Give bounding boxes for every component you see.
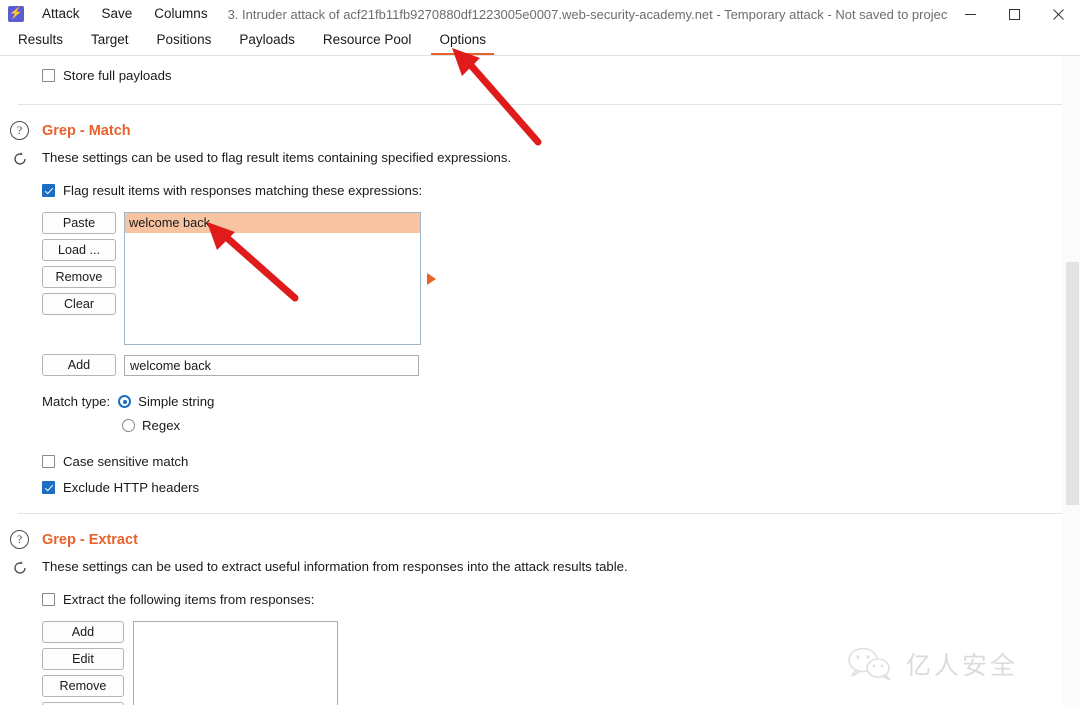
close-button[interactable] — [1036, 0, 1080, 28]
flag-result-items-checkbox[interactable]: Flag result items with responses matchin… — [42, 183, 1080, 198]
extract-items-checkbox[interactable]: Extract the following items from respons… — [42, 592, 1080, 607]
window-controls — [948, 0, 1080, 28]
grep-extract-listbox[interactable] — [133, 621, 338, 705]
list-item[interactable]: welcome back — [125, 213, 420, 233]
close-icon — [1052, 8, 1064, 20]
exclude-http-headers-checkbox[interactable]: Exclude HTTP headers — [42, 480, 1080, 495]
match-type-group: Match type: Simple string Regex — [42, 394, 1080, 433]
minimize-icon — [964, 13, 976, 15]
expand-triangle-icon[interactable] — [427, 272, 436, 285]
store-full-payloads-row: Store full payloads — [0, 56, 1080, 94]
match-type-label: Match type: — [42, 394, 111, 409]
tab-payloads[interactable]: Payloads — [225, 30, 309, 55]
paste-button[interactable]: Paste — [42, 212, 116, 234]
scrollbar-thumb[interactable] — [1066, 262, 1079, 505]
checkbox-box — [42, 593, 55, 606]
extract-add-button[interactable]: Add — [42, 621, 124, 643]
tab-results[interactable]: Results — [4, 30, 77, 55]
grep-match-description: These settings can be used to flag resul… — [42, 150, 512, 165]
grep-extract-description: These settings can be used to extract us… — [42, 559, 628, 574]
section-divider-1 — [18, 104, 1062, 105]
vertical-scrollbar[interactable] — [1063, 56, 1080, 705]
burp-intruder-icon — [8, 6, 24, 22]
flag-result-items-label: Flag result items with responses matchin… — [63, 183, 423, 198]
menu-save[interactable]: Save — [94, 0, 141, 28]
help-icon[interactable]: ? — [10, 121, 29, 140]
grep-match-section: ? Grep - Match These settings can be use… — [0, 121, 1080, 495]
window-title: 3. Intruder attack of acf21fb11fb9270880… — [227, 6, 948, 22]
tab-resource-pool[interactable]: Resource Pool — [309, 30, 426, 55]
grep-extract-gutter: ? — [10, 530, 34, 577]
checkbox-box — [42, 184, 55, 197]
maximize-button[interactable] — [992, 0, 1036, 28]
grep-match-title: Grep - Match — [42, 123, 131, 139]
tab-bar: Results Target Positions Payloads Resour… — [0, 29, 1080, 56]
store-full-payloads-label: Store full payloads — [63, 68, 172, 83]
exclude-http-headers-label: Exclude HTTP headers — [63, 480, 200, 495]
section-divider-2 — [18, 513, 1062, 514]
reset-icon[interactable] — [10, 558, 29, 577]
help-icon[interactable]: ? — [10, 530, 29, 549]
grep-extract-section: ? Grep - Extract These settings can be u… — [0, 530, 1080, 705]
checkbox-box — [42, 69, 55, 82]
remove-button[interactable]: Remove — [42, 266, 116, 288]
store-full-payloads-checkbox[interactable]: Store full payloads — [42, 68, 1080, 83]
checkbox-box — [42, 481, 55, 494]
title-bar: Attack Save Columns 3. Intruder attack o… — [0, 0, 1080, 29]
grep-extract-list-area: Add Edit Remove — [42, 621, 1080, 705]
refresh-arrow-icon — [13, 560, 26, 574]
grep-match-button-column: Paste Load ... Remove Clear — [42, 212, 116, 345]
extract-items-label: Extract the following items from respons… — [63, 592, 315, 607]
grep-match-gutter: ? — [10, 121, 34, 168]
extract-remove-button[interactable]: Remove — [42, 675, 124, 697]
menu-columns[interactable]: Columns — [146, 0, 215, 28]
match-type-option-label: Regex — [142, 418, 181, 433]
match-type-regex-row[interactable]: Regex — [42, 418, 1080, 433]
clear-button[interactable]: Clear — [42, 293, 116, 315]
grep-extract-button-column: Add Edit Remove — [42, 621, 124, 705]
case-sensitive-label: Case sensitive match — [63, 454, 189, 469]
grep-match-add-input[interactable] — [124, 354, 419, 376]
grep-match-listbox[interactable]: welcome back — [124, 212, 421, 345]
grep-match-add-row: Add — [42, 354, 1080, 376]
menu-attack[interactable]: Attack — [34, 0, 88, 28]
load-button[interactable]: Load ... — [42, 239, 116, 261]
match-type-option-label: Simple string — [138, 394, 215, 409]
match-type-simple-string-row[interactable]: Match type: Simple string — [42, 394, 1080, 409]
maximize-icon — [1008, 8, 1020, 20]
reset-icon[interactable] — [10, 149, 29, 168]
radio-regex[interactable] — [122, 419, 135, 432]
extract-edit-button[interactable]: Edit — [42, 648, 124, 670]
add-button[interactable]: Add — [42, 354, 116, 376]
tab-positions[interactable]: Positions — [143, 30, 226, 55]
tab-target[interactable]: Target — [77, 30, 143, 55]
options-panel: Store full payloads ? Grep - Match These… — [0, 56, 1080, 705]
grep-extract-title: Grep - Extract — [42, 532, 138, 548]
radio-simple-string[interactable] — [118, 395, 132, 408]
checkbox-box — [42, 455, 55, 468]
tab-options[interactable]: Options — [425, 30, 500, 55]
refresh-arrow-icon — [13, 151, 26, 165]
grep-match-list-area: Paste Load ... Remove Clear welcome back — [42, 212, 1080, 345]
minimize-button[interactable] — [948, 0, 992, 28]
case-sensitive-checkbox[interactable]: Case sensitive match — [42, 454, 1080, 469]
